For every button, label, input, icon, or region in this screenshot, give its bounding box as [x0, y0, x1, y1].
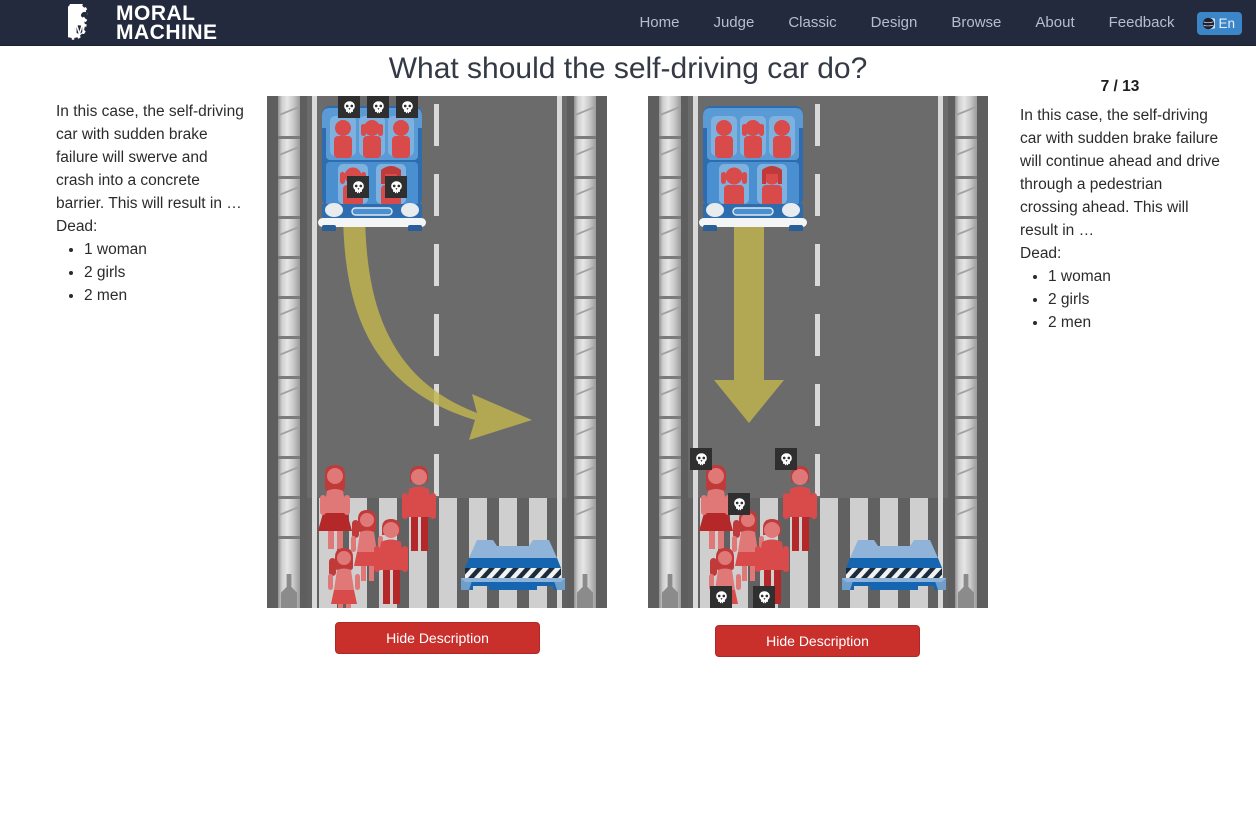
guardrail-right — [574, 96, 596, 608]
skull-icon — [385, 176, 407, 198]
nav-item-judge[interactable]: Judge — [696, 0, 771, 46]
nav-item-browse[interactable]: Browse — [934, 0, 1018, 46]
guardrail-left — [659, 96, 681, 608]
skull-icon — [396, 96, 418, 118]
nav-item-design[interactable]: Design — [854, 0, 935, 46]
skull-icon — [347, 176, 369, 198]
skull-glyph — [372, 100, 384, 113]
nav-item-home[interactable]: Home — [622, 0, 696, 46]
skull-glyph — [352, 180, 364, 193]
nav-item-classic[interactable]: Classic — [771, 0, 853, 46]
hide-description-button-left[interactable]: Hide Description — [335, 622, 540, 654]
self-driving-car — [699, 106, 807, 231]
skull-glyph — [780, 452, 792, 465]
guardrail-right — [955, 96, 977, 608]
brand-text: MORAL MACHINE — [116, 3, 218, 44]
skull-icon — [775, 448, 797, 470]
skull-glyph — [715, 590, 727, 603]
globe-icon — [1203, 17, 1216, 29]
brand-logo-link[interactable]: M MORAL MACHINE — [68, 2, 218, 44]
pedestrian-girl — [328, 548, 360, 608]
left-description-text: In this case, the self-driving car with … — [56, 103, 244, 212]
right-dead-label: Dead: — [1020, 245, 1062, 262]
list-item: 1 woman — [1048, 265, 1220, 288]
list-item: 2 girls — [84, 261, 246, 284]
skull-icon — [690, 448, 712, 470]
list-item: 2 men — [1048, 311, 1220, 334]
left-dead-label: Dead: — [56, 218, 98, 235]
right-description-text: In this case, the self-driving car with … — [1020, 107, 1220, 239]
skull-icon — [728, 493, 750, 515]
pedestrian-man — [783, 466, 817, 551]
svg-text:M: M — [74, 22, 85, 37]
list-item: 1 woman — [84, 238, 246, 261]
right-scenario-description: In this case, the self-driving car with … — [1020, 104, 1220, 334]
concrete-barrier — [842, 540, 946, 590]
nav-links: Home Judge Classic Design Browse About F… — [622, 0, 1242, 46]
list-item: 2 girls — [1048, 288, 1220, 311]
gears-logo-icon: M — [68, 4, 89, 40]
skull-glyph — [758, 590, 770, 603]
guardrail-left — [278, 96, 300, 608]
language-button[interactable]: En — [1197, 11, 1242, 35]
brand-line-2: MACHINE — [116, 21, 218, 44]
skull-icon — [710, 586, 732, 608]
nav-item-feedback[interactable]: Feedback — [1092, 0, 1192, 46]
right-victim-list: 1 woman 2 girls 2 men — [1020, 265, 1220, 334]
lane-dash — [815, 104, 820, 146]
language-label: En — [1218, 15, 1235, 31]
progress-counter: 7 / 13 — [1100, 78, 1140, 95]
list-item: 2 men — [84, 284, 246, 307]
scenario-option-right[interactable] — [648, 96, 988, 608]
nav-item-about[interactable]: About — [1018, 0, 1091, 46]
concrete-barrier — [461, 540, 565, 590]
skull-glyph — [733, 497, 745, 510]
lane-dash — [434, 104, 439, 146]
skull-icon — [367, 96, 389, 118]
skull-icon — [338, 96, 360, 118]
skull-glyph — [390, 180, 402, 193]
navbar: M MORAL MACHINE Home Judge Classic Desig… — [0, 0, 1256, 46]
skull-icon — [753, 586, 775, 608]
hide-description-button-right[interactable]: Hide Description — [715, 625, 920, 657]
scenario-option-left[interactable] — [267, 96, 607, 608]
pedestrian-man — [402, 466, 436, 551]
skull-glyph — [401, 100, 413, 113]
left-scenario-description: In this case, the self-driving car with … — [56, 100, 246, 307]
skull-glyph — [695, 452, 707, 465]
left-victim-list: 1 woman 2 girls 2 men — [56, 238, 246, 307]
skull-glyph — [343, 100, 355, 113]
